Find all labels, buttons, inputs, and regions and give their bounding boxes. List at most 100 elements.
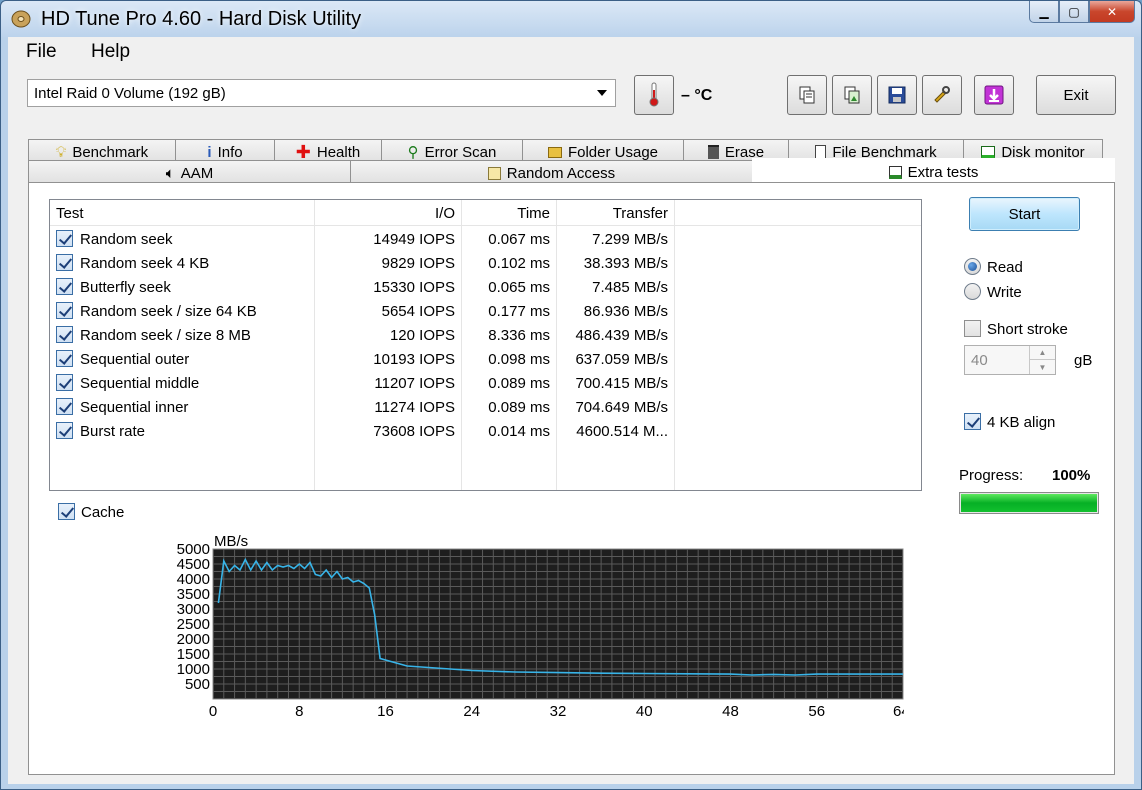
table-row[interactable]: Random seek 4 KB 9829 IOPS 0.102 ms 38.393 … (50, 251, 921, 275)
magnifier-icon: ⚲ (407, 144, 419, 161)
update-button[interactable] (974, 75, 1014, 115)
copy-image-icon (844, 86, 860, 104)
row-checkbox[interactable] (56, 230, 73, 247)
spinner-value: 40 (971, 352, 988, 369)
size-unit-label: gB (1074, 352, 1093, 369)
y-tick-label: 5000 (177, 541, 210, 558)
cell-transfer: 704.649 MB/s (575, 399, 668, 416)
maximize-button[interactable]: ▢ (1059, 1, 1089, 23)
tab-health[interactable]: ✚ Health (274, 139, 382, 162)
separator (957, 307, 1109, 308)
spin-up-icon[interactable]: ▲ (1029, 346, 1055, 360)
results-table[interactable]: Test I/O Time Transfer Random seek 14949 … (49, 199, 922, 491)
cache-label: Cache (81, 504, 125, 521)
copy-icon (799, 86, 815, 104)
table-row[interactable]: Random seek / size 64 KB 5654 IOPS 0.177 m… (50, 299, 921, 323)
cell-time: 0.102 ms (488, 255, 550, 272)
x-tick-label: 32 (550, 703, 567, 720)
header-test[interactable]: Test (56, 205, 84, 222)
exit-button[interactable]: Exit (1036, 75, 1116, 115)
copy-text-button[interactable] (787, 75, 827, 115)
table-header: Test I/O Time Transfer (50, 200, 921, 226)
tab-label: Extra tests (907, 163, 979, 181)
progress-value: 100% (1052, 467, 1091, 484)
cache-checkbox[interactable] (58, 503, 75, 520)
app-disk-icon (11, 10, 31, 28)
table-row[interactable]: Sequential middle 11207 IOPS 0.089 ms 700.4… (50, 371, 921, 395)
cell-time: 0.089 ms (488, 399, 550, 416)
tab-extra-tests[interactable]: Extra tests (752, 158, 1115, 182)
y-axis-unit-label: MB/s (214, 533, 248, 550)
cell-transfer: 4600.514 M... (576, 423, 668, 440)
progress-fill (961, 494, 1097, 512)
tab-folder-usage[interactable]: Folder Usage (522, 139, 684, 161)
minimize-button[interactable]: ▁ (1029, 1, 1059, 23)
menu-file[interactable]: File (26, 41, 57, 63)
cell-io: 11274 IOPS (374, 399, 455, 416)
x-tick-label: 40 (636, 703, 653, 720)
x-tick-label: 24 (463, 703, 480, 720)
tab-random-access[interactable]: Random Access (350, 160, 753, 182)
start-button[interactable]: Start (969, 197, 1080, 231)
align-4kb-checkbox[interactable] (964, 413, 981, 430)
cell-test: Butterfly seek (80, 279, 171, 296)
tab-aam[interactable]: 🔈︎ AAM (28, 160, 351, 182)
row-checkbox[interactable] (56, 374, 73, 391)
drive-select[interactable]: Intel Raid 0 Volume (192 gB) (27, 79, 616, 107)
x-tick-label: 48 (722, 703, 739, 720)
header-transfer[interactable]: Transfer (557, 205, 668, 222)
write-radio[interactable] (964, 283, 981, 300)
close-button[interactable]: ✕ (1089, 1, 1135, 23)
table-row[interactable]: Burst rate 73608 IOPS 0.014 ms 4600.514 M..… (50, 419, 921, 443)
cell-io: 73608 IOPS (373, 423, 455, 440)
row-checkbox[interactable] (56, 350, 73, 367)
tab-info[interactable]: i Info (175, 139, 275, 161)
row-checkbox[interactable] (56, 326, 73, 343)
save-button[interactable] (877, 75, 917, 115)
short-stroke-checkbox[interactable] (964, 320, 981, 337)
spin-down-icon[interactable]: ▼ (1029, 360, 1055, 374)
options-button[interactable] (922, 75, 962, 115)
cell-time: 0.089 ms (488, 375, 550, 392)
cell-test: Random seek (80, 231, 173, 248)
cell-io: 14949 IOPS (373, 231, 455, 248)
cell-test: Burst rate (80, 423, 146, 440)
cell-test: Sequential middle (80, 375, 200, 392)
title-bar[interactable]: HD Tune Pro 4.60 - Hard Disk Utility ▁ ▢… (1, 1, 1141, 37)
chart-table-icon (888, 165, 902, 179)
table-row[interactable]: Sequential outer 10193 IOPS 0.098 ms 637.05… (50, 347, 921, 371)
tab-benchmark[interactable]: 💡︎ Benchmark (28, 139, 176, 161)
cell-io: 15330 IOPS (373, 279, 455, 296)
short-stroke-size-spinner[interactable]: 40 ▲ ▼ (964, 345, 1056, 375)
cell-test: Random seek / size 64 KB (80, 303, 257, 320)
table-row[interactable]: Random seek / size 8 MB 120 IOPS 8.336 ms 4… (50, 323, 921, 347)
read-radio[interactable] (964, 258, 981, 275)
progress-bar (959, 492, 1099, 514)
row-checkbox[interactable] (56, 302, 73, 319)
thermometer-icon (649, 82, 659, 107)
temperature-button[interactable] (634, 75, 674, 115)
cell-transfer: 700.415 MB/s (575, 375, 668, 392)
speaker-icon: 🔈︎ (165, 164, 175, 182)
minimize-icon: ▁ (1039, 4, 1049, 19)
row-checkbox[interactable] (56, 278, 73, 295)
y-tick-label: 3500 (177, 586, 210, 603)
tab-row-2: 🔈︎ AAM Random Access Extra tests (8, 158, 1134, 182)
cell-time: 0.067 ms (488, 231, 550, 248)
y-tick-label: 2500 (177, 616, 210, 633)
table-row[interactable]: Random seek 14949 IOPS 0.067 ms 7.299 MB/s (50, 227, 921, 251)
cell-io: 5654 IOPS (381, 303, 455, 320)
header-io[interactable]: I/O (315, 205, 455, 222)
copy-screenshot-button[interactable] (832, 75, 872, 115)
window-title: HD Tune Pro 4.60 - Hard Disk Utility (41, 8, 362, 30)
cell-test: Random seek / size 8 MB (80, 327, 251, 344)
table-row[interactable]: Sequential inner 11274 IOPS 0.089 ms 704.64… (50, 395, 921, 419)
header-time[interactable]: Time (462, 205, 550, 222)
menu-help[interactable]: Help (91, 41, 130, 63)
row-checkbox[interactable] (56, 422, 73, 439)
tab-error-scan[interactable]: ⚲ Error Scan (381, 139, 523, 161)
row-checkbox[interactable] (56, 398, 73, 415)
write-label: Write (987, 284, 1022, 301)
table-row[interactable]: Butterfly seek 15330 IOPS 0.065 ms 7.485 MB… (50, 275, 921, 299)
row-checkbox[interactable] (56, 254, 73, 271)
